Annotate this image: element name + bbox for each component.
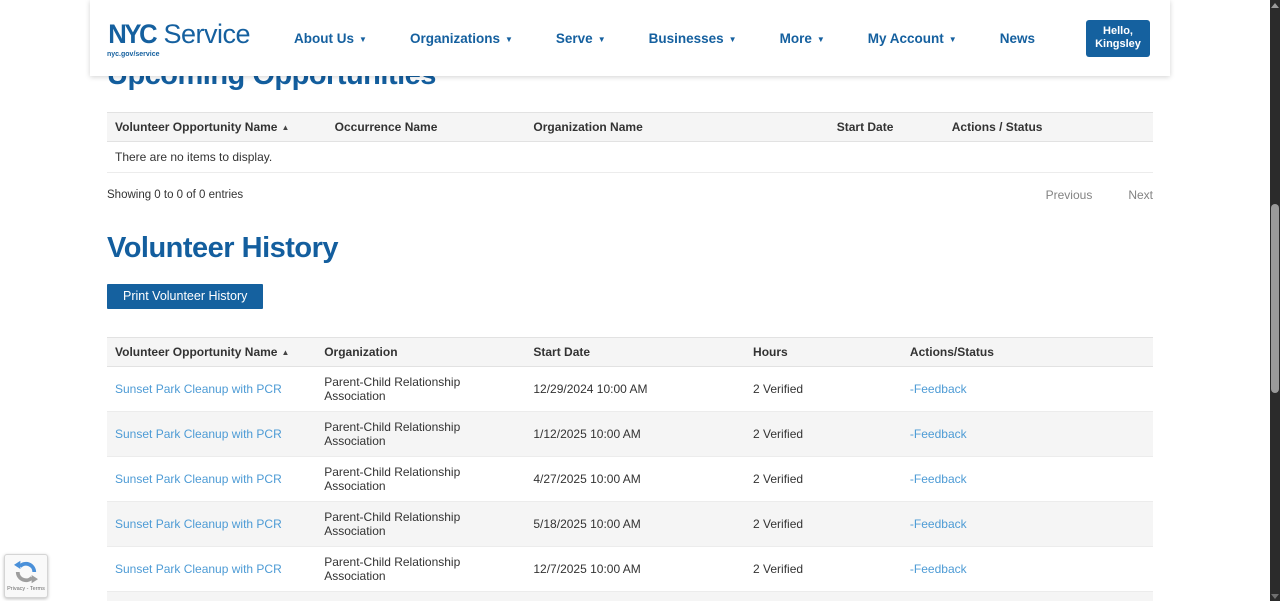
nav-organizations[interactable]: Organizations ▼ (410, 31, 513, 46)
chevron-down-icon: ▼ (948, 34, 957, 44)
start-date-cell: 4/27/2025 10:00 AM (525, 456, 746, 502)
history-row: Sunset Park Cleanup with PCR Parent-Chil… (107, 456, 1153, 502)
scrollbar-down-arrow-icon[interactable] (1271, 594, 1279, 599)
sort-asc-icon: ▲ (281, 123, 290, 132)
nav-about-us[interactable]: About Us ▼ (294, 31, 367, 46)
organization-cell: Parent-Child Relationship Association (316, 501, 526, 547)
main-nav: About Us ▼ Organizations ▼ Serve ▼ Busin… (284, 31, 1086, 46)
opportunity-link[interactable]: Sunset Park Cleanup with PCR (115, 382, 282, 396)
recaptcha-badge[interactable]: Privacy - Terms (4, 554, 48, 598)
col-volunteer-opportunity-name[interactable]: Volunteer Opportunity Name ▲ (107, 337, 317, 367)
vertical-scrollbar[interactable] (1270, 0, 1280, 601)
empty-message: There are no items to display. (107, 141, 1153, 173)
volunteer-history-table: Volunteer Opportunity Name ▲ Organization… (107, 337, 1153, 601)
organization-cell: Parent-Child Relationship Association (316, 591, 526, 601)
recaptcha-privacy-terms[interactable]: Privacy - Terms (7, 586, 45, 592)
opportunity-link[interactable]: Sunset Park Cleanup with PCR (115, 562, 282, 576)
hours-cell: 2 Verified (745, 456, 902, 502)
organization-cell: Parent-Child Relationship Association (316, 456, 526, 502)
upcoming-pagination: Previous Next (1010, 188, 1153, 202)
chevron-down-icon: ▼ (728, 34, 737, 44)
col-start-date[interactable]: Start Date (525, 337, 746, 367)
col-actions-status[interactable]: Actions/Status (901, 337, 1153, 367)
feedback-link[interactable]: -Feedback (910, 426, 1145, 443)
hours-cell: 2 Verified (745, 411, 902, 457)
logo-service-text: Service (163, 18, 251, 49)
nav-businesses-label: Businesses (648, 30, 724, 46)
col-actions-status[interactable]: Actions / Status (943, 112, 1153, 142)
scrollbar-up-arrow-icon[interactable] (1271, 3, 1279, 8)
table-header-row: Volunteer Opportunity Name ▲ Organization… (107, 337, 1153, 367)
organization-cell: Parent-Child Relationship Association (316, 546, 526, 592)
start-date-cell: 12/21/2025 10:00 AM (525, 591, 746, 601)
history-row: Sunset Park Cleanup with PCR Parent-Chil… (107, 411, 1153, 457)
upcoming-next-button[interactable]: Next (1128, 188, 1153, 202)
organization-cell: Parent-Child Relationship Association (316, 411, 526, 457)
account-greeting-button[interactable]: Hello, Kingsley (1086, 19, 1150, 57)
sort-asc-icon: ▲ (281, 348, 290, 357)
nav-news-label: News (999, 30, 1035, 46)
logo-tagline: nyc.gov/service (107, 50, 160, 58)
col-occurrence-name[interactable]: Occurrence Name (326, 112, 526, 142)
nav-news[interactable]: News (1000, 31, 1035, 46)
recaptcha-icon (14, 560, 38, 584)
start-date-cell: 12/7/2025 10:00 AM (525, 546, 746, 592)
chevron-down-icon: ▼ (504, 34, 513, 44)
hours-cell: 2 (745, 591, 902, 601)
feedback-link[interactable]: -Feedback (910, 381, 1145, 398)
site-header: NYC Service nyc.gov/service About Us ▼ O… (90, 0, 1170, 76)
nyc-service-logo[interactable]: NYC Service nyc.gov/service (107, 18, 251, 58)
chevron-down-icon: ▼ (597, 34, 606, 44)
feedback-link[interactable]: -Feedback (910, 516, 1145, 533)
col-organization[interactable]: Organization (316, 337, 526, 367)
opportunity-link[interactable]: Sunset Park Cleanup with PCR (115, 427, 282, 441)
hours-cell: 2 Verified (745, 501, 902, 547)
col-hours[interactable]: Hours (745, 337, 902, 367)
chevron-down-icon: ▼ (816, 34, 825, 44)
nav-my-account-label: My Account (867, 30, 944, 46)
col-organization-name[interactable]: Organization Name (525, 112, 829, 142)
nav-serve-label: Serve (555, 30, 593, 46)
opportunity-link[interactable]: Sunset Park Cleanup with PCR (115, 517, 282, 531)
upcoming-showing-entries: Showing 0 to 0 of 0 entries (107, 189, 244, 201)
empty-row: There are no items to display. (107, 141, 1153, 173)
col-start-date[interactable]: Start Date (828, 112, 944, 142)
organization-cell: Parent-Child Relationship Association (316, 366, 526, 412)
start-date-cell: 12/29/2024 10:00 AM (525, 366, 746, 412)
scrollbar-thumb[interactable] (1271, 204, 1279, 393)
nyc-logo-mark: NYC (108, 18, 157, 49)
upcoming-opportunities-table: Volunteer Opportunity Name ▲ Occurrence N… (107, 112, 1153, 173)
history-row: Sunset Park Cleanup with PCR Parent-Chil… (107, 501, 1153, 547)
nav-serve[interactable]: Serve ▼ (556, 31, 606, 46)
history-row: Sunset Park Cleanup with PCR Parent-Chil… (107, 591, 1153, 601)
col-volunteer-opportunity-name[interactable]: Volunteer Opportunity Name ▲ (107, 112, 327, 142)
nav-organizations-label: Organizations (409, 30, 500, 46)
hours-cell: 2 Verified (745, 366, 902, 412)
nav-more-label: More (779, 30, 812, 46)
hours-cell: 2 Verified (745, 546, 902, 592)
upcoming-previous-button[interactable]: Previous (1046, 188, 1093, 202)
nav-more[interactable]: More ▼ (780, 31, 825, 46)
table-header-row: Volunteer Opportunity Name ▲ Occurrence N… (107, 112, 1153, 142)
history-row: Sunset Park Cleanup with PCR Parent-Chil… (107, 366, 1153, 412)
feedback-link[interactable]: -Feedback (910, 471, 1145, 488)
print-volunteer-history-button[interactable]: Print Volunteer History (107, 284, 264, 309)
start-date-cell: 5/18/2025 10:00 AM (525, 501, 746, 547)
nav-businesses[interactable]: Businesses ▼ (649, 31, 737, 46)
greeting-line1: Hello, (1103, 25, 1133, 37)
greeting-line2: Kingsley (1095, 38, 1141, 50)
page-content: Upcoming Opportunities Volunteer Opportu… (90, 56, 1170, 601)
opportunity-link[interactable]: Sunset Park Cleanup with PCR (115, 472, 282, 486)
history-row: Sunset Park Cleanup with PCR Parent-Chil… (107, 546, 1153, 592)
start-date-cell: 1/12/2025 10:00 AM (525, 411, 746, 457)
volunteer-history-title: Volunteer History (107, 232, 339, 264)
nav-my-account[interactable]: My Account ▼ (868, 31, 957, 46)
feedback-link[interactable]: -Feedback (910, 561, 1145, 578)
nav-about-us-label: About Us (294, 30, 355, 46)
chevron-down-icon: ▼ (359, 34, 367, 44)
